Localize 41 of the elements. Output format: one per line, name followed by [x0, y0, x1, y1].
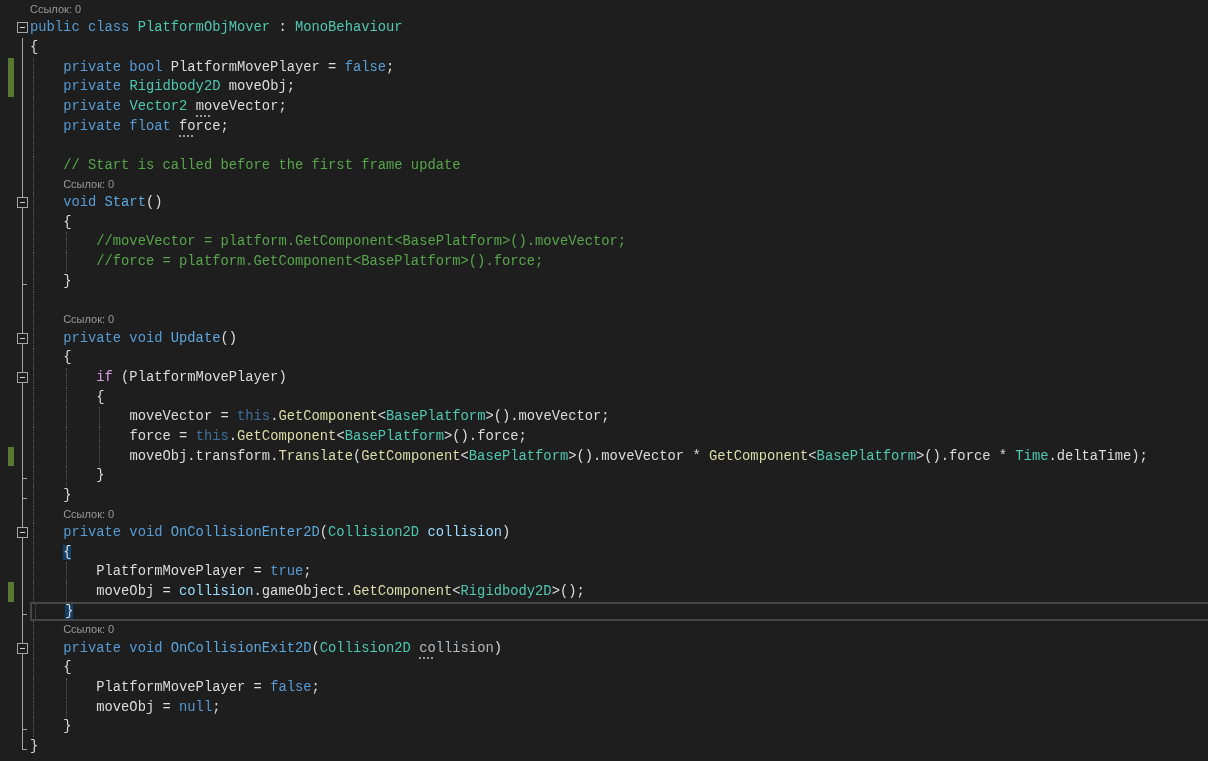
- code-line: }: [63, 718, 72, 737]
- reference-count-link[interactable]: Ссылок: 0: [63, 175, 115, 194]
- collapse-icon[interactable]: [17, 642, 28, 654]
- code-line: }: [63, 487, 72, 505]
- reference-count-link[interactable]: Ссылок: 0: [63, 505, 115, 523]
- code-line: void Start(): [63, 194, 163, 213]
- code-line: }: [30, 738, 39, 757]
- code-line: private void Update(): [63, 329, 237, 348]
- code-line: private void OnCollisionExit2D(Collision2D collision): [63, 638, 502, 659]
- reference-count-link[interactable]: Ссылок: 0: [30, 1, 82, 19]
- code-line: force = this.GetComponent<BasePlatform>().force;: [129, 427, 527, 446]
- code-line: private Rigidbody2D moveObj;: [63, 78, 295, 97]
- code-line: }: [96, 467, 105, 486]
- collapse-icon[interactable]: [17, 22, 28, 34]
- code-line: // Start is called before the first frame update: [63, 157, 461, 176]
- collapse-icon[interactable]: [17, 527, 28, 538]
- code-line: moveObj = null;: [96, 698, 221, 717]
- collapse-icon[interactable]: [17, 371, 28, 383]
- code-line: {: [96, 388, 105, 407]
- code-line: private Vector2 moveVector;: [63, 98, 287, 117]
- reference-count-link[interactable]: Ссылок: 0: [63, 311, 115, 329]
- code-line: //force = platform.GetComponent<BasePlatform>().force;: [96, 253, 544, 272]
- collapse-icon[interactable]: [17, 197, 28, 209]
- collapse-icon[interactable]: [17, 332, 28, 344]
- code-line: private bool PlatformMovePlayer = false;: [63, 58, 395, 77]
- code-line: public class PlatformObjMover : MonoBehaviour: [30, 19, 403, 38]
- code-line: moveVector = this.GetComponent<BasePlatform>().moveVector;: [129, 408, 610, 427]
- reference-count-link[interactable]: Ссылок: 0: [63, 621, 115, 639]
- code-line: {: [63, 213, 72, 232]
- code-line: {: [63, 349, 72, 368]
- code-line: private void OnCollisionEnter2D(Collision2D collision): [63, 524, 511, 542]
- code-line: PlatformMovePlayer = true;: [96, 563, 312, 582]
- code-line: }: [63, 272, 72, 291]
- code-line: PlatformMovePlayer = false;: [96, 679, 320, 698]
- code-line: {: [63, 659, 72, 678]
- code-line: moveObj.transform.Translate(GetComponent<BasePlatform>().moveVector * GetComponent<BasePlatform>().force * Time.deltaTime);: [129, 447, 1148, 466]
- code-line: {: [30, 39, 39, 57]
- code-line: private float force;: [63, 116, 229, 137]
- code-line: //moveVector = platform.GetComponent<BasePlatform>().moveVector;: [96, 233, 627, 252]
- code-line: if (PlatformMovePlayer): [96, 368, 287, 387]
- code-line: moveObj = collision.gameObject.GetComponent<Rigidbody2D>();: [96, 583, 585, 602]
